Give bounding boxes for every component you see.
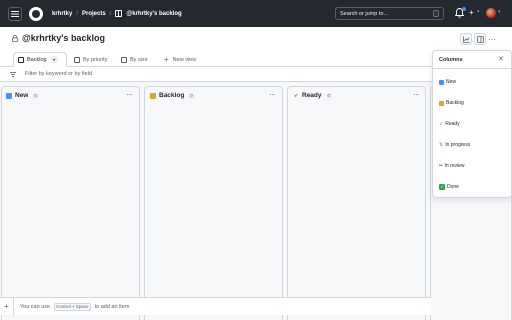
column-title: Backlog <box>159 92 185 99</box>
new-square-icon <box>439 79 444 85</box>
panel-item-label: New <box>446 79 457 85</box>
column-header-backlog: Backlog 0 <box>150 92 195 99</box>
project-board-icon <box>115 10 123 17</box>
tab-label: Backlog <box>27 56 47 63</box>
panel-item-backlog[interactable]: Backlog <box>439 100 464 106</box>
kebab-horizontal-icon: ··· <box>488 34 496 44</box>
column-header-ready: ➶ Ready 0 <box>293 92 333 99</box>
page-title: @krhrtky's backlog <box>22 33 105 43</box>
check-box-icon: ✓ <box>439 184 445 190</box>
rocket-icon: ➶ <box>439 120 444 127</box>
column-count-badge: 0 <box>325 92 333 99</box>
rocket-icon: ➶ <box>293 92 299 99</box>
panel-item-label: Backlog <box>446 100 464 106</box>
chevron-down-icon[interactable]: ▾ <box>498 9 501 15</box>
kbd-plus: + <box>71 303 75 309</box>
add-item-bar[interactable]: + You can use Control + Space to add an … <box>0 297 431 316</box>
panel-title: Columns <box>439 57 463 63</box>
column-options-button[interactable]: ··· <box>269 90 276 99</box>
tab-label: By size <box>130 56 148 63</box>
table-view-icon <box>74 56 80 63</box>
panel-item-new[interactable]: New <box>439 79 456 85</box>
kbd-space-label: Space <box>75 303 89 309</box>
board-column-backlog <box>144 86 283 320</box>
new-view-button[interactable]: + New view <box>164 53 196 66</box>
breadcrumb-separator: / <box>109 10 112 17</box>
board-column-ready <box>287 86 426 320</box>
add-item-hint: You can use Control + Space to add an it… <box>20 302 130 311</box>
user-avatar[interactable] <box>486 8 496 18</box>
kbd-control: Control + Space <box>53 302 92 311</box>
tab-by-priority[interactable]: By priority <box>70 52 111 67</box>
project-more-options-button[interactable]: ··· <box>486 33 498 45</box>
insights-button[interactable] <box>460 33 472 45</box>
breadcrumb-separator: / <box>76 10 79 17</box>
board-view-icon <box>18 56 24 63</box>
hamburger-icon <box>11 10 19 17</box>
unread-indicator-dot <box>462 7 466 11</box>
panel-item-label: Done <box>447 184 459 190</box>
panel-item-done[interactable]: ✓ Done <box>439 184 459 190</box>
panel-item-label: In progress <box>445 142 471 148</box>
panel-item-ready[interactable]: ➶ Ready <box>439 121 460 127</box>
filter-input[interactable]: Filter by keyword or by field <box>25 71 92 77</box>
graph-icon <box>462 36 469 43</box>
tab-backlog[interactable]: Backlog ▾ <box>13 52 67 67</box>
search-shortcut-key: / <box>432 10 439 17</box>
plus-icon: + <box>164 54 169 64</box>
github-logo-icon[interactable] <box>29 6 43 21</box>
panel-item-in-review[interactable]: •• In review <box>439 163 465 169</box>
column-title: Ready <box>302 92 322 99</box>
column-count-badge: 0 <box>32 92 39 99</box>
chevron-down-icon[interactable]: ▾ <box>477 9 480 15</box>
board-column-new <box>1 86 140 320</box>
column-options-button[interactable]: ··· <box>126 90 133 99</box>
new-square-icon <box>6 92 12 99</box>
kbd-control-label: Control <box>56 303 71 309</box>
column-header-new: New 0 <box>6 92 39 99</box>
new-view-label: New view <box>172 56 197 63</box>
tab-label: By priority <box>83 56 108 63</box>
column-options-button[interactable]: ··· <box>413 90 420 99</box>
table-view-icon <box>121 56 127 63</box>
panel-divider <box>433 68 511 69</box>
breadcrumb-projects[interactable]: Projects <box>82 11 106 17</box>
add-item-plus-icon[interactable]: + <box>0 297 14 316</box>
search-input[interactable]: Search or jump to... / <box>335 7 444 20</box>
column-title: New <box>15 92 29 99</box>
notebook-icon <box>439 100 444 106</box>
side-panel-button[interactable] <box>474 33 486 45</box>
loop-arrows-icon: ⇅ <box>439 141 444 148</box>
close-icon[interactable]: ✕ <box>498 55 504 63</box>
breadcrumb-owner[interactable]: krhrtky <box>52 11 72 17</box>
hint-suffix: to add an item <box>94 303 130 310</box>
column-count-badge: 0 <box>188 92 195 99</box>
panel-item-label: Ready <box>445 121 460 127</box>
notebook-icon <box>150 92 156 99</box>
breadcrumb-project[interactable]: @krhrtky's backlog <box>126 11 181 17</box>
hamburger-menu-button[interactable] <box>8 6 22 21</box>
hint-prefix: You can use <box>20 303 51 310</box>
tab-by-size[interactable]: By size <box>117 52 152 67</box>
eyes-icon: •• <box>439 162 443 169</box>
view-options-caret-icon[interactable]: ▾ <box>50 56 58 63</box>
create-new-plus-icon[interactable]: + <box>469 8 474 18</box>
search-placeholder: Search or jump to... <box>340 10 388 17</box>
panel-item-label: In review <box>444 163 465 169</box>
lock-icon <box>12 35 18 42</box>
sidebar-expand-icon <box>476 35 484 43</box>
panel-item-in-progress[interactable]: ⇅ In progress <box>439 142 470 148</box>
filter-icon <box>10 72 16 77</box>
